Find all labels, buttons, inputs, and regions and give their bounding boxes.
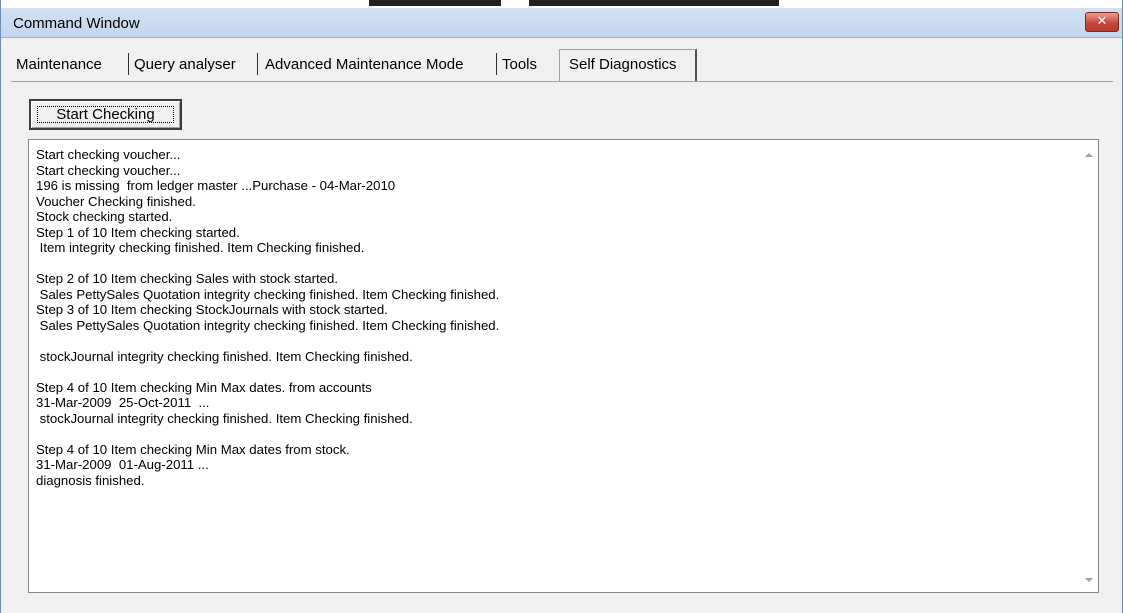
- tab-separator: [257, 53, 258, 75]
- tab-tools[interactable]: Tools: [502, 56, 537, 73]
- diagnostics-log-text: Start checking voucher... Start checking …: [36, 147, 1071, 488]
- close-icon: ✕: [1096, 14, 1108, 29]
- log-line: Step 4 of 10 Item checking Min Max dates…: [36, 441, 350, 457]
- log-line: Sales PettySales Quotation integrity che…: [36, 317, 500, 333]
- log-line: 196 is missing from ledger master ...Pur…: [36, 178, 396, 193]
- log-line: stockJournal integrity checking finished…: [36, 410, 413, 426]
- title-bar[interactable]: Command Window ✕: [1, 0, 1122, 38]
- log-line: 31-Mar-2009 01-Aug-2011 ...: [36, 457, 209, 472]
- scroll-down-arrow-icon[interactable]: [1085, 578, 1093, 582]
- tab-strip: Maintenance Query analyser Advanced Main…: [11, 49, 1113, 82]
- log-line: Start checking voucher...: [36, 147, 181, 162]
- top-edge-segment: [529, 0, 779, 6]
- log-line: 31-Mar-2009 25-Oct-2011 ...: [36, 395, 210, 410]
- log-line: Stock checking started.: [36, 209, 173, 224]
- diagnostics-log[interactable]: Start checking voucher... Start checking …: [28, 139, 1099, 593]
- vertical-scrollbar[interactable]: [1081, 140, 1098, 592]
- log-line: Sales PettySales Quotation integrity che…: [36, 286, 500, 302]
- log-line: Voucher Checking finished.: [36, 193, 196, 209]
- top-edge-strip: [1, 0, 1122, 8]
- tab-maintenance[interactable]: Maintenance: [16, 56, 102, 73]
- tab-advanced-maintenance-mode[interactable]: Advanced Maintenance Mode: [265, 56, 463, 73]
- window-title: Command Window: [13, 15, 140, 32]
- log-line: Item integrity checking finished. Item C…: [36, 240, 365, 255]
- tab-self-diagnostics-label: Self Diagnostics: [569, 56, 677, 73]
- log-line: stockJournal integrity checking finished…: [36, 348, 413, 364]
- start-checking-label: Start Checking: [56, 106, 155, 123]
- tab-self-diagnostics[interactable]: Self Diagnostics: [559, 49, 697, 81]
- log-line: Start checking voucher...: [36, 162, 181, 178]
- tab-separator: [496, 53, 497, 75]
- top-edge-segment: [369, 0, 501, 6]
- command-window: Command Window ✕ Maintenance Query analy…: [0, 0, 1123, 613]
- log-line: diagnosis finished.: [36, 472, 145, 488]
- tab-query-analyser[interactable]: Query analyser: [134, 56, 236, 73]
- scroll-up-arrow-icon[interactable]: [1085, 153, 1093, 157]
- tab-separator: [128, 53, 129, 75]
- start-checking-button[interactable]: Start Checking: [29, 99, 182, 130]
- close-button[interactable]: ✕: [1085, 12, 1119, 32]
- log-line: Step 4 of 10 Item checking Min Max dates…: [36, 379, 372, 395]
- log-line: Step 3 of 10 Item checking StockJournals…: [36, 302, 388, 317]
- log-line: Step 1 of 10 Item checking started.: [36, 224, 240, 240]
- log-line: Step 2 of 10 Item checking Sales with st…: [36, 271, 338, 286]
